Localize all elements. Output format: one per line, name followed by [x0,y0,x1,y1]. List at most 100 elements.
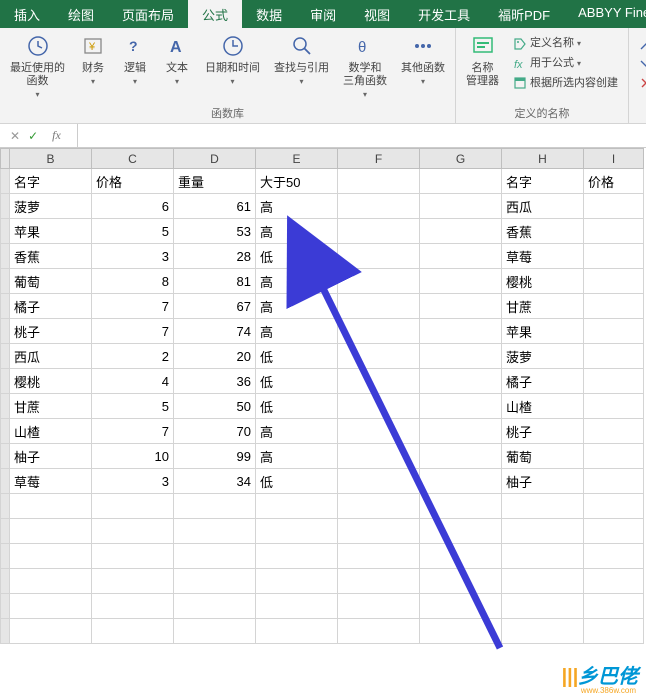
cell[interactable]: 西瓜 [502,194,584,219]
column-header-D[interactable]: D [174,149,256,169]
column-header-B[interactable]: B [10,149,92,169]
cell[interactable] [584,519,644,544]
logic-button[interactable]: ?逻辑▾ [117,30,153,89]
cell[interactable]: 山楂 [502,394,584,419]
cell[interactable]: 2 [92,344,174,369]
finance-button[interactable]: ¥财务▾ [75,30,111,89]
tab-审阅[interactable]: 审阅 [296,0,350,28]
cell[interactable]: 香蕉 [10,244,92,269]
cell[interactable]: 苹果 [10,219,92,244]
cell[interactable] [10,594,92,619]
cell[interactable] [420,194,502,219]
cell[interactable]: 苹果 [502,319,584,344]
cell[interactable]: 5 [92,219,174,244]
cell[interactable] [338,469,420,494]
cell[interactable] [420,169,502,194]
cell[interactable] [584,544,644,569]
cancel-icon[interactable]: ✕ [10,129,20,143]
cell[interactable]: 樱桃 [10,369,92,394]
cell[interactable] [256,494,338,519]
cell[interactable] [584,319,644,344]
cell[interactable] [584,294,644,319]
cell[interactable] [92,519,174,544]
cell[interactable] [256,594,338,619]
cell[interactable]: 低 [256,394,338,419]
trace-button[interactable]: 追 [639,34,646,54]
cell[interactable]: 大于50 [256,169,338,194]
trace-button-2[interactable]: 追 [639,54,646,74]
cell[interactable]: 10 [92,444,174,469]
cell[interactable] [584,494,644,519]
cell[interactable] [584,594,644,619]
cell[interactable]: 3 [92,469,174,494]
cell[interactable] [92,544,174,569]
cell[interactable] [92,619,174,644]
column-header-I[interactable]: I [584,149,644,169]
math-button[interactable]: θ数学和 三角函数▾ [339,30,391,102]
column-header-F[interactable]: F [338,149,420,169]
cell[interactable] [584,194,644,219]
cell[interactable] [584,394,644,419]
cell[interactable] [174,544,256,569]
fx-icon[interactable]: fx [46,128,67,143]
cell[interactable] [584,219,644,244]
cell[interactable]: 81 [174,269,256,294]
cell[interactable]: 桃子 [502,419,584,444]
cell[interactable] [338,519,420,544]
remove-trace-button[interactable]: 移 [639,74,646,94]
cell[interactable]: 低 [256,244,338,269]
cell[interactable] [420,444,502,469]
cell[interactable] [420,394,502,419]
cell[interactable] [420,269,502,294]
cell[interactable]: 甘蔗 [502,294,584,319]
tab-页面布局[interactable]: 页面布局 [108,0,188,28]
cell[interactable] [10,569,92,594]
cell[interactable] [92,569,174,594]
cell[interactable]: 50 [174,394,256,419]
cell[interactable]: 36 [174,369,256,394]
cell[interactable] [174,519,256,544]
cell[interactable]: 桃子 [10,319,92,344]
cell[interactable] [10,544,92,569]
cell[interactable] [338,594,420,619]
cell[interactable]: 74 [174,319,256,344]
cell[interactable]: 8 [92,269,174,294]
cell[interactable]: 34 [174,469,256,494]
cell[interactable] [420,594,502,619]
cell[interactable]: 柚子 [10,444,92,469]
cell[interactable]: 7 [92,419,174,444]
cell[interactable]: 价格 [92,169,174,194]
cell[interactable] [10,494,92,519]
lookup-button[interactable]: 查找与引用▾ [270,30,333,89]
tab-绘图[interactable]: 绘图 [54,0,108,28]
cell[interactable] [338,319,420,344]
tab-插入[interactable]: 插入 [0,0,54,28]
cell[interactable]: 高 [256,419,338,444]
cell[interactable]: 橘子 [502,369,584,394]
tab-视图[interactable]: 视图 [350,0,404,28]
cell[interactable]: 草莓 [502,244,584,269]
cell[interactable] [584,619,644,644]
cell[interactable]: 高 [256,194,338,219]
cell[interactable] [92,494,174,519]
confirm-icon[interactable]: ✓ [28,129,38,143]
tab-数据[interactable]: 数据 [242,0,296,28]
cell[interactable] [584,269,644,294]
cell[interactable] [10,519,92,544]
cell[interactable] [338,394,420,419]
cell[interactable]: 高 [256,319,338,344]
define-name-button[interactable]: 定义名称 ▾ [513,34,618,54]
cell[interactable] [584,344,644,369]
cell[interactable]: 名字 [10,169,92,194]
column-header-H[interactable]: H [502,149,584,169]
cell[interactable] [420,244,502,269]
cell[interactable] [92,594,174,619]
cell[interactable]: 70 [174,419,256,444]
cell[interactable]: 菠萝 [502,344,584,369]
cell[interactable] [338,494,420,519]
cell[interactable] [420,544,502,569]
cell[interactable] [338,419,420,444]
cell[interactable] [256,544,338,569]
cell[interactable] [420,369,502,394]
cell[interactable] [420,619,502,644]
